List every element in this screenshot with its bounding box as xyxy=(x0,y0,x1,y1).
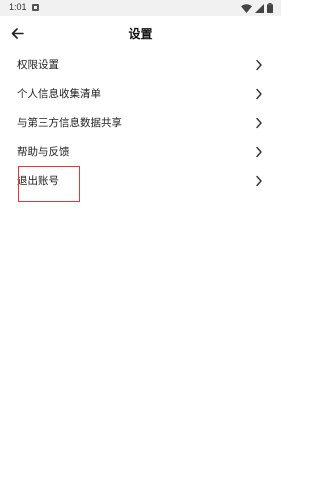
settings-menu-list: 权限设置 个人信息收集清单 与第三方信息数据共享 帮助与反馈 退出账号 xyxy=(0,50,281,195)
menu-item-label: 个人信息收集清单 xyxy=(17,88,101,100)
menu-item-label: 权限设置 xyxy=(17,59,59,71)
chevron-right-icon xyxy=(256,117,262,129)
notification-icon xyxy=(32,4,39,11)
menu-item-label: 与第三方信息数据共享 xyxy=(17,117,122,129)
status-icons xyxy=(241,2,273,14)
chevron-right-icon xyxy=(256,88,262,100)
chevron-right-icon xyxy=(256,175,262,187)
signal-icon xyxy=(255,3,264,13)
menu-item-help-feedback[interactable]: 帮助与反馈 xyxy=(0,137,281,166)
wifi-icon xyxy=(241,3,252,13)
status-bar: 1:01 xyxy=(0,0,281,16)
menu-item-label: 帮助与反馈 xyxy=(17,146,70,158)
menu-item-third-party-sharing[interactable]: 与第三方信息数据共享 xyxy=(0,108,281,137)
chevron-right-icon xyxy=(256,146,262,158)
app-bar: 设置 xyxy=(0,16,281,50)
battery-icon xyxy=(267,3,273,13)
menu-item-logout[interactable]: 退出账号 xyxy=(0,166,281,195)
menu-item-label: 退出账号 xyxy=(17,175,59,187)
page-title: 设置 xyxy=(128,27,153,41)
status-time: 1:01 xyxy=(9,2,27,12)
chevron-right-icon xyxy=(256,59,262,71)
menu-item-permission-settings[interactable]: 权限设置 xyxy=(0,50,281,79)
menu-item-personal-info-list[interactable]: 个人信息收集清单 xyxy=(0,79,281,108)
